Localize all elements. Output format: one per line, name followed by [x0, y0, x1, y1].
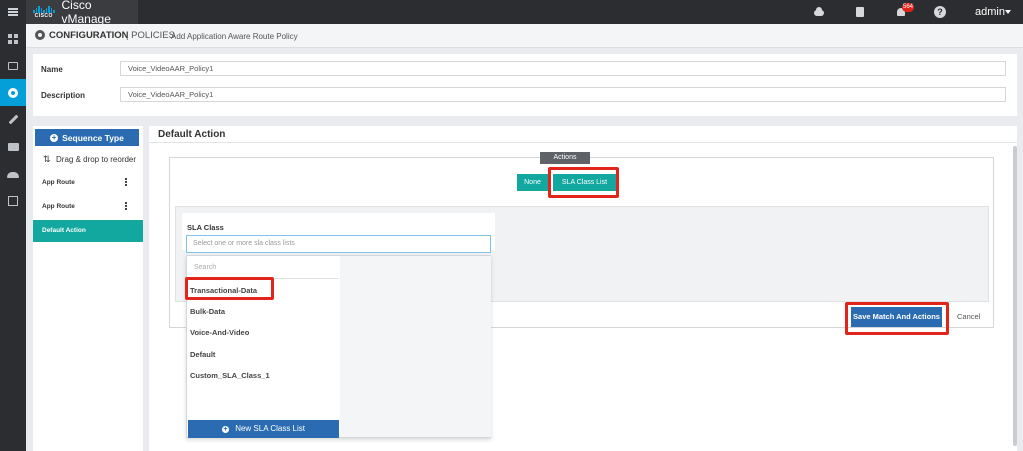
policy-form: Name Voice_VideoAAR_Policy1 Description … [33, 54, 1017, 116]
nav-tools[interactable] [0, 106, 26, 133]
kebab-menu-icon[interactable] [125, 202, 127, 204]
divider [149, 142, 1017, 143]
name-label: Name [41, 65, 63, 74]
dropdown-option[interactable]: Bulk-Data [190, 307, 225, 316]
sla-class-label: SLA Class [187, 223, 224, 232]
breadcrumb-subsection[interactable]: | POLICIES [126, 30, 175, 41]
reorder-arrows-icon: ⇅ [43, 154, 51, 164]
description-input[interactable]: Voice_VideoAAR_Policy1 [120, 87, 1006, 102]
sequence-item-app-route-1[interactable]: App Route [33, 172, 143, 194]
nav-administration[interactable] [0, 160, 26, 187]
save-match-and-actions-button[interactable]: Save Match And Actions [851, 307, 942, 327]
nav-dashboard[interactable] [0, 25, 26, 52]
nav-configuration[interactable] [0, 79, 26, 106]
nav-maintenance[interactable] [0, 133, 26, 160]
cisco-logo: CISCO [33, 5, 55, 19]
nav-analytics[interactable] [0, 187, 26, 214]
kebab-menu-icon[interactable] [125, 178, 127, 180]
sla-class-list-button[interactable]: SLA Class List [553, 174, 616, 191]
top-bar: CISCO Cisco vManage 564 ? admin [0, 0, 1023, 26]
sequence-item-app-route-2[interactable]: App Route [33, 196, 143, 218]
user-menu[interactable]: admin [975, 0, 1005, 24]
nav-monitor[interactable] [0, 52, 26, 79]
breadcrumb: CONFIGURATION | POLICIES Add Application… [26, 24, 1023, 48]
tools-wrench-icon [8, 114, 18, 125]
sequence-type-button[interactable]: + Sequence Type [35, 129, 139, 146]
scrollbar[interactable] [1013, 146, 1017, 446]
section-title: Default Action [158, 129, 226, 140]
none-button[interactable]: None [517, 174, 548, 191]
notification-badge[interactable]: 564 [902, 3, 914, 12]
analytics-icon [8, 195, 18, 206]
configuration-gear-icon [8, 87, 18, 98]
dropdown-option[interactable]: Custom_SLA_Class_1 [190, 371, 270, 380]
breadcrumb-section[interactable]: CONFIGURATION [49, 30, 129, 41]
administration-users-icon [7, 172, 19, 178]
maintenance-briefcase-icon [7, 142, 19, 151]
gear-icon [35, 30, 45, 40]
left-nav [0, 24, 26, 451]
cancel-button[interactable]: Cancel [957, 312, 980, 321]
monitor-icon [8, 61, 18, 70]
dropdown-search-input[interactable]: Search [188, 257, 339, 279]
dropdown-option[interactable]: Voice-And-Video [190, 328, 249, 337]
app-title: Cisco vManage [61, 0, 111, 26]
sequence-item-default-action[interactable]: Default Action [33, 220, 143, 242]
dropdown-option[interactable]: Default [190, 350, 215, 359]
sequence-type-label: Sequence Type [62, 132, 124, 143]
dashboard-icon [8, 33, 18, 44]
dropdown-empty-area [340, 256, 491, 437]
description-label: Description [41, 91, 86, 100]
plus-circle-icon: + [221, 426, 229, 433]
plus-circle-icon: + [50, 132, 59, 142]
cloud-icon[interactable] [813, 6, 825, 18]
dropdown-option[interactable]: Transactional-Data [190, 286, 257, 295]
help-icon[interactable]: ? [934, 6, 946, 18]
page-title: Add Application Aware Route Policy [171, 32, 298, 41]
chevron-down-icon[interactable] [1005, 10, 1011, 14]
hamburger-menu-icon[interactable] [0, 0, 26, 24]
actions-tab[interactable]: Actions [540, 152, 590, 164]
new-sla-class-list-button[interactable]: + New SLA Class List [188, 420, 339, 438]
reorder-hint: ⇅ Drag & drop to reorder [43, 154, 137, 164]
brand[interactable]: CISCO Cisco vManage [26, 0, 138, 26]
tasks-clipboard-icon[interactable] [854, 6, 866, 18]
name-input[interactable]: Voice_VideoAAR_Policy1 [120, 61, 1006, 76]
sla-class-dropdown: Search Transactional-Data Bulk-Data Voic… [186, 255, 491, 438]
sla-class-select[interactable]: Select one or more sla class lists [186, 235, 491, 253]
sequence-panel: + Sequence Type ⇅ Drag & drop to reorder … [33, 126, 143, 451]
